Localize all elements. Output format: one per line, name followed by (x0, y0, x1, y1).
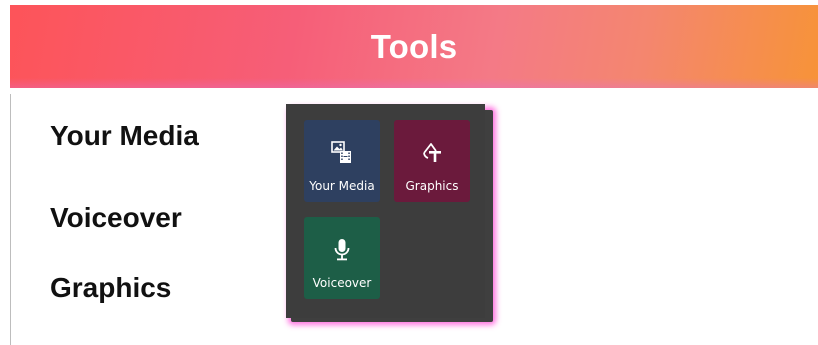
tile-your-media[interactable]: Your Media (304, 120, 380, 202)
menu-item-graphics[interactable]: Graphics (50, 272, 171, 304)
tile-voiceover-label: Voiceover (312, 276, 372, 290)
tile-your-media-label: Your Media (309, 179, 375, 193)
page-title: Tools (370, 27, 458, 65)
content-left-border (10, 94, 11, 345)
microphone-icon (304, 237, 380, 263)
tools-page: Tools Your Media Voiceover Graphics Your… (0, 0, 818, 345)
menu-item-voiceover[interactable]: Voiceover (50, 202, 182, 234)
graphics-text-icon (394, 140, 470, 166)
menu-item-your-media[interactable]: Your Media (50, 120, 199, 152)
tile-voiceover[interactable]: Voiceover (304, 217, 380, 299)
tools-panel: Your Media Graphics Voiceover (286, 104, 485, 318)
tools-header: Tools (10, 5, 818, 88)
tile-graphics-label: Graphics (405, 179, 459, 193)
tile-graphics[interactable]: Graphics (394, 120, 470, 202)
media-icon (304, 140, 380, 166)
